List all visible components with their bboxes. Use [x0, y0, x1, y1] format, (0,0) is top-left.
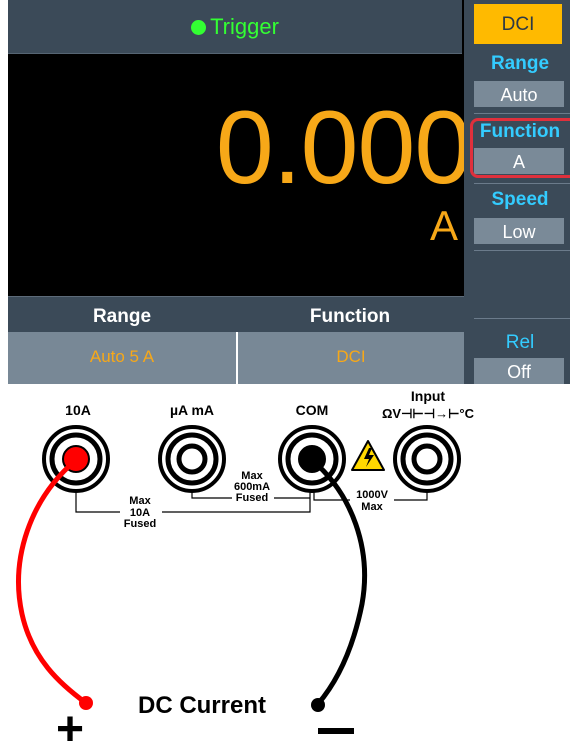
multimeter-screen: Trigger 0.0001 A DC Range Function Auto …: [8, 0, 570, 384]
black-probe-tip: [311, 698, 325, 712]
range-softkey[interactable]: Range Auto: [464, 50, 570, 112]
empty-softkey[interactable]: [464, 252, 570, 316]
trigger-indicator-icon: [191, 20, 207, 35]
terminal-ua-ma-jack: [158, 425, 226, 493]
softkey-divider: [474, 250, 570, 251]
terminal-input-jack: [393, 425, 461, 493]
connection-diagram: 10A µA mA COM Input ΩV⊣⊢⊣→⊢°C Max 10A Fu…: [16, 388, 475, 747]
range-softkey-title: Range: [490, 53, 550, 74]
max-1000v-line2: Max: [361, 501, 383, 513]
fuse-600ma-line3: Fused: [236, 492, 268, 504]
softkey-menu: DCI Range Auto Function A Speed Low Rel …: [464, 0, 570, 384]
bottom-divider: [236, 332, 238, 384]
softkey-divider: [474, 113, 570, 114]
range-label: Range: [92, 306, 152, 327]
softkey-divider: [474, 318, 570, 319]
softkey-divider: [474, 183, 570, 184]
plus-sign: +: [56, 703, 84, 747]
terminal-label-ua-ma: µA mA: [170, 402, 214, 418]
fuse-10a-line3: Fused: [124, 518, 156, 530]
range-softkey-value: Auto: [474, 81, 564, 107]
speed-softkey-title: Speed: [491, 189, 549, 210]
bottom-label-bar: Range Function: [8, 296, 464, 333]
terminal-label-input: Input: [411, 388, 446, 404]
function-value: DCI: [336, 347, 366, 366]
fuse-10a-line1: Max: [129, 495, 151, 507]
minus-sign: [318, 728, 354, 734]
high-voltage-warning-icon: [351, 440, 385, 471]
terminal-label-10a: 10A: [65, 402, 91, 418]
terminal-label-com: COM: [296, 402, 329, 418]
fuse-10a-bracket: [75, 492, 311, 513]
dc-current-caption: DC Current: [138, 692, 266, 719]
function-highlight-box: [470, 118, 570, 178]
speed-softkey-value: Low: [474, 218, 564, 244]
rel-softkey-title: Rel: [505, 332, 535, 353]
range-value: Auto 5 A: [89, 347, 155, 366]
terminal-label-input-symbols: ΩV⊣⊢⊣→⊢°C: [382, 406, 475, 421]
function-label: Function: [309, 306, 391, 327]
speed-softkey[interactable]: Speed Low: [464, 186, 570, 248]
rel-softkey[interactable]: Rel Off: [464, 320, 570, 384]
trigger-label: Trigger: [210, 13, 279, 39]
status-bar: Trigger: [8, 0, 462, 54]
rel-softkey-value: Off: [474, 358, 564, 384]
max-1000v-line1: 1000V: [356, 489, 388, 501]
menu-header-dci: DCI: [474, 4, 562, 44]
